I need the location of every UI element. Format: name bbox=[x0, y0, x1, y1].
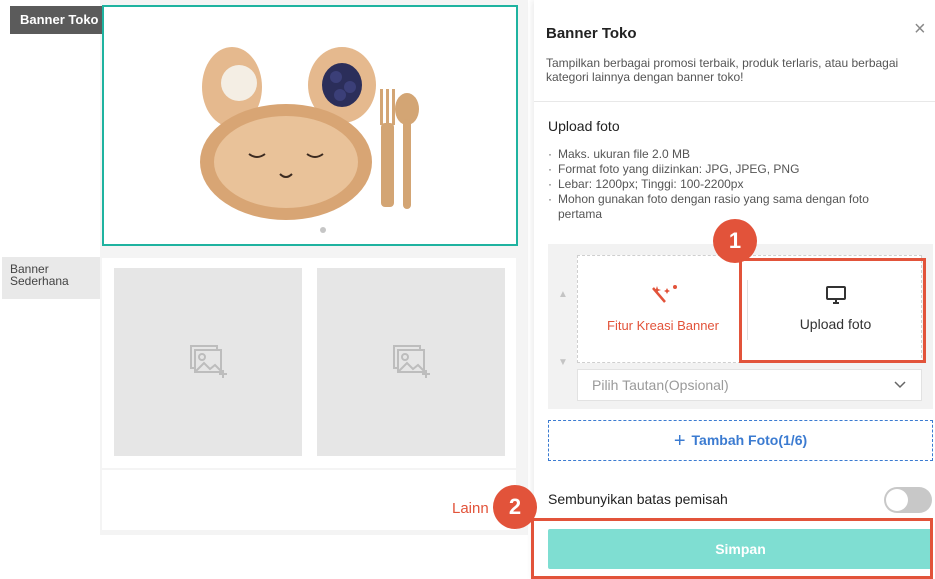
fitur-label: Fitur Kreasi Banner bbox=[607, 318, 719, 333]
highlight-save bbox=[531, 518, 933, 579]
fitur-kreasi-banner-button[interactable]: Fitur Kreasi Banner bbox=[577, 284, 749, 333]
image-add-icon bbox=[393, 345, 430, 378]
hide-divider-toggle[interactable] bbox=[884, 487, 932, 513]
step-badge: 2 bbox=[493, 485, 537, 529]
add-photo-label: Tambah Foto(1/6) bbox=[691, 432, 808, 448]
upload-heading: Upload foto bbox=[548, 118, 620, 134]
tag-banner-sederhana[interactable]: Banner Sederhana bbox=[2, 257, 100, 299]
rule-item: Mohon gunakan foto dengan rasio yang sam… bbox=[548, 192, 898, 222]
rule-item: Format foto yang diizinkan: JPG, JPEG, P… bbox=[548, 162, 898, 177]
move-up-icon[interactable]: ▲ bbox=[558, 289, 568, 300]
image-placeholder[interactable] bbox=[114, 268, 302, 456]
toggle-knob bbox=[886, 489, 908, 511]
move-down-icon[interactable]: ▼ bbox=[558, 357, 568, 368]
tag-banner-toko[interactable]: Banner Toko bbox=[10, 6, 102, 34]
plate-image bbox=[200, 47, 419, 220]
close-icon[interactable]: × bbox=[914, 18, 926, 41]
image-add-icon bbox=[190, 345, 227, 378]
add-photo-button[interactable]: + Tambah Foto(1/6) bbox=[548, 420, 933, 461]
chevron-down-icon bbox=[894, 381, 906, 389]
rule-item: Lebar: 1200px; Tinggi: 100-2200px bbox=[548, 177, 898, 192]
divider bbox=[534, 101, 935, 102]
magic-wand-icon bbox=[652, 285, 677, 303]
lainnya-link[interactable]: Lainn bbox=[452, 500, 489, 517]
carousel-dot[interactable] bbox=[320, 227, 326, 233]
panel-description: Tampilkan berbagai promosi terbaik, prod… bbox=[546, 56, 899, 84]
image-placeholder[interactable] bbox=[317, 268, 505, 456]
upload-rules: Maks. ukuran file 2.0 MB Format foto yan… bbox=[548, 147, 898, 222]
link-select[interactable]: Pilih Tautan(Opsional) bbox=[577, 369, 922, 401]
highlight-upload bbox=[739, 258, 926, 363]
banner-preview[interactable] bbox=[102, 5, 518, 246]
select-placeholder: Pilih Tautan(Opsional) bbox=[592, 377, 729, 393]
panel-title: Banner Toko bbox=[546, 25, 637, 42]
plus-icon: + bbox=[673, 430, 686, 452]
hide-divider-label: Sembunyikan batas pemisah bbox=[548, 491, 728, 507]
step-badge: 1 bbox=[713, 219, 757, 263]
rule-item: Maks. ukuran file 2.0 MB bbox=[548, 147, 898, 162]
